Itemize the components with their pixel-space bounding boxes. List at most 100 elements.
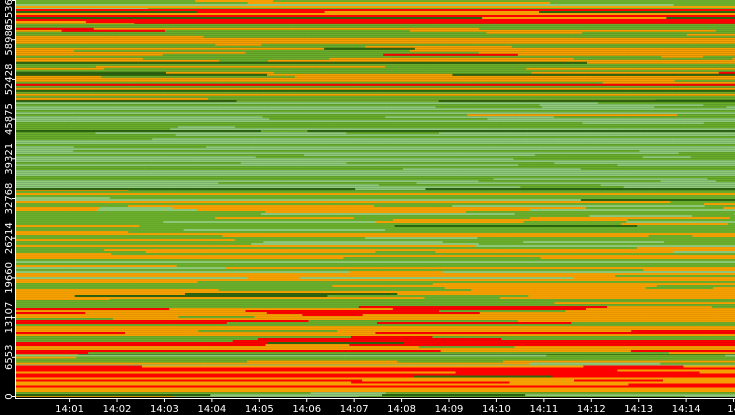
heatmap-cell: [595, 285, 658, 288]
heatmap-cell: [398, 340, 469, 343]
heatmap-cell: [250, 83, 344, 86]
heatmap-cell: [170, 128, 308, 131]
heatmap-cell: [661, 55, 704, 58]
heatmap-cell: [16, 112, 74, 115]
heatmap-cell: [721, 41, 735, 44]
heatmap-cell: [478, 180, 662, 183]
heatmap-cell: [676, 259, 735, 262]
heatmap-cell: [167, 261, 296, 264]
heatmap-cell: [243, 300, 348, 303]
heatmap-cell: [547, 97, 735, 100]
heatmap-cell: [526, 67, 604, 70]
heatmap-cell: [260, 130, 308, 133]
heatmap-cell: [16, 257, 73, 260]
heatmap-cell: [16, 312, 86, 315]
heatmap-cell: [635, 116, 735, 119]
heatmap-cell: [458, 152, 679, 155]
heatmap-cell: [636, 63, 735, 66]
heatmap-cell: [92, 91, 290, 94]
heatmap-cell: [314, 197, 414, 200]
heatmap-cell: [16, 261, 168, 264]
heatmap-cell: [266, 389, 505, 392]
heatmap-cell: [205, 263, 349, 266]
heatmap-cell: [303, 154, 536, 157]
heatmap-cell: [403, 342, 470, 345]
heatmap-cell: [254, 316, 474, 319]
heatmap-cell: [16, 332, 74, 335]
heatmap-cell: [16, 281, 198, 284]
heatmap-cell: [356, 318, 533, 321]
heatmap-cell: [583, 75, 735, 78]
heatmap-cell: [351, 381, 511, 384]
heatmap-cell: [557, 291, 735, 294]
heatmap-cell: [139, 45, 366, 48]
heatmap-cell: [405, 387, 640, 390]
heatmap-cell: [428, 174, 623, 177]
heatmap-cell: [291, 27, 480, 30]
heatmap-cell: [371, 373, 418, 376]
heatmap-cell: [652, 358, 735, 361]
heatmap-cell: [194, 160, 338, 163]
heatmap-cell: [16, 27, 95, 30]
heatmap-cell: [467, 114, 520, 117]
heatmap-cell: [16, 396, 174, 397]
heatmap-cell: [16, 340, 234, 343]
heatmap-cell: [236, 203, 421, 206]
heatmap-cell: [375, 251, 436, 254]
heatmap-cell: [479, 312, 533, 315]
heatmap-cell: [719, 279, 735, 282]
heatmap-cell: [404, 160, 530, 163]
heatmap-cell: [338, 304, 564, 307]
heatmap-cell: [562, 124, 721, 127]
heatmap-cell: [496, 120, 685, 123]
heatmap-cell: [64, 211, 192, 214]
heatmap-cell: [295, 63, 475, 66]
heatmap-cell: [16, 350, 180, 353]
heatmap-cell: [532, 312, 641, 315]
heatmap-cell: [703, 104, 735, 107]
heatmap-cell: [388, 199, 582, 202]
heatmap-cell: [128, 205, 375, 208]
heatmap-cell: [75, 255, 308, 258]
heatmap-cell: [16, 150, 74, 153]
heatmap-cell: [16, 15, 152, 18]
heatmap-cell: [628, 348, 735, 351]
heatmap-cell: [142, 57, 330, 60]
heatmap-cell: [135, 219, 233, 222]
heatmap-cell: [119, 182, 219, 185]
heatmap-cell: [16, 308, 170, 311]
heatmap-cell: [352, 190, 443, 192]
heatmap-cell: [128, 190, 171, 192]
heatmap-cell: [215, 174, 429, 177]
heatmap-cell: [114, 314, 303, 317]
heatmap-cell: [220, 195, 285, 198]
heatmap-cell: [294, 261, 555, 264]
heatmap-cell: [686, 344, 735, 347]
heatmap-cell: [261, 213, 516, 216]
heatmap-cell: [177, 126, 236, 129]
heatmap-cell: [466, 156, 518, 159]
heatmap-cell: [585, 132, 641, 135]
heatmap-cell: [74, 223, 165, 226]
heatmap-cell: [251, 243, 480, 246]
heatmap-cell: [16, 360, 248, 363]
heatmap-cell: [184, 293, 398, 296]
heatmap-cell: [665, 8, 735, 10]
heatmap-cell: [653, 106, 728, 109]
heatmap-cell: [375, 332, 451, 335]
heatmap-cell: [117, 69, 290, 72]
heatmap-cell: [333, 201, 439, 204]
heatmap-cell: [219, 385, 418, 388]
heatmap-cell: [271, 168, 404, 171]
heatmap-cell: [342, 291, 559, 294]
heatmap-cell: [16, 126, 179, 129]
heatmap-cell: [197, 281, 432, 284]
heatmap-cell: [469, 342, 724, 345]
heatmap-cell: [282, 178, 495, 181]
heatmap-cell: [196, 209, 267, 212]
heatmap-cell: [548, 130, 615, 133]
heatmap-cell: [591, 352, 670, 355]
heatmap-cell: [85, 21, 261, 24]
heatmap-cell: [155, 245, 331, 248]
heatmap-cell: [16, 93, 164, 96]
